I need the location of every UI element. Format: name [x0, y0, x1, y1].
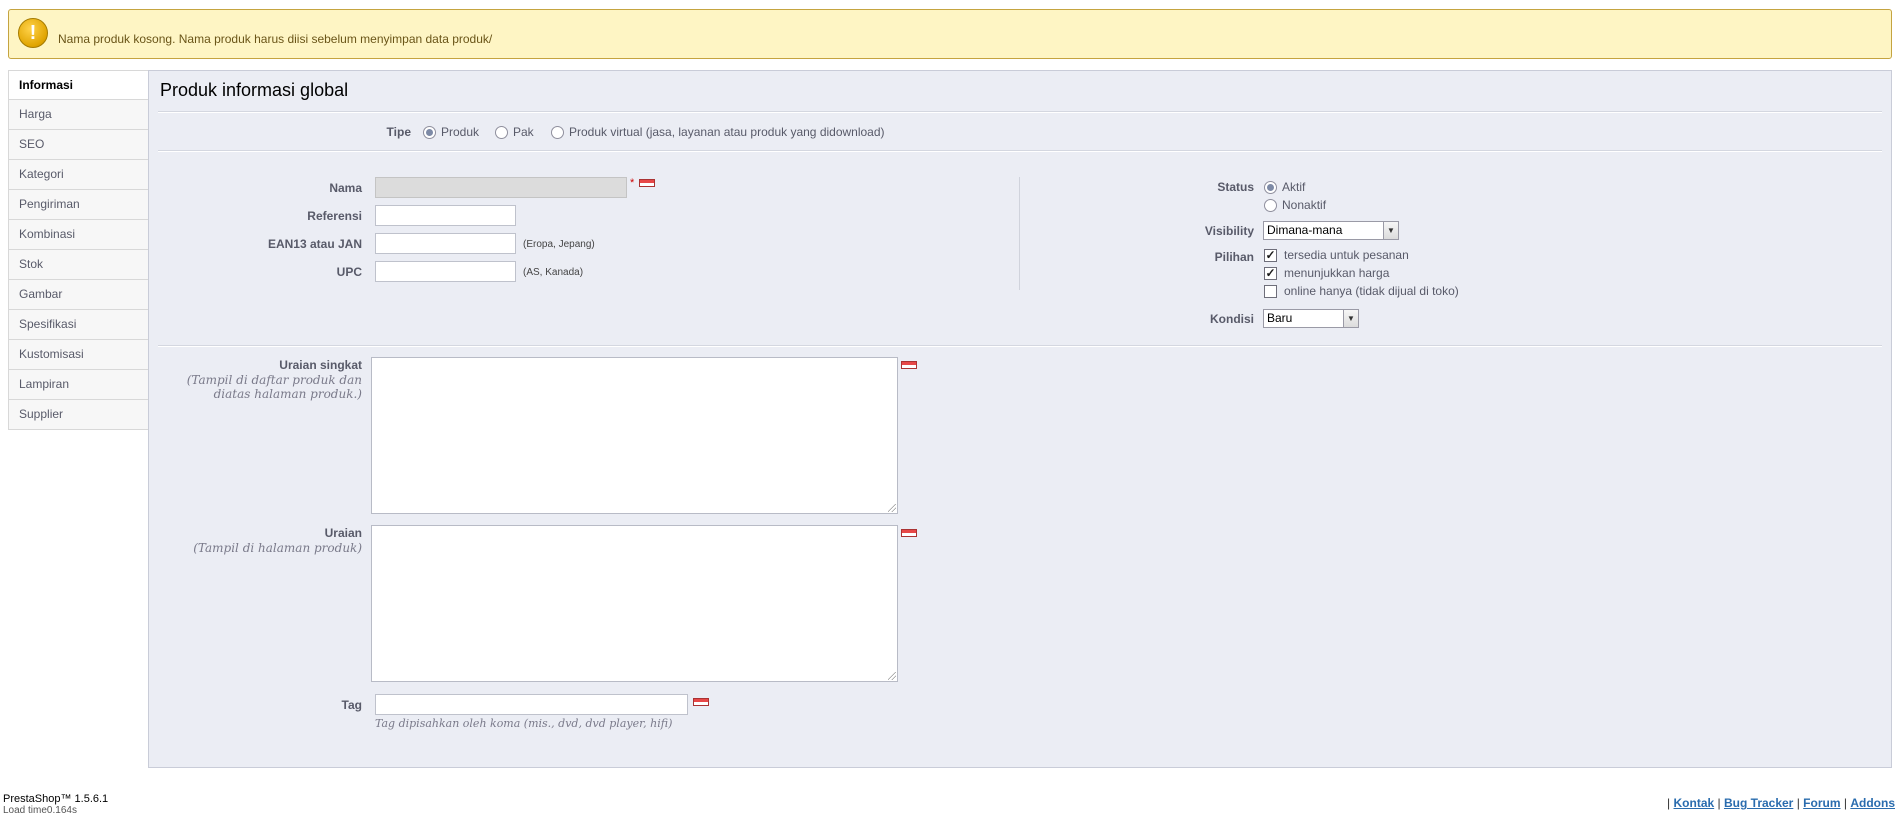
status-option-aktif: Aktif: [1282, 180, 1306, 194]
chevron-down-icon: ▼: [1343, 310, 1358, 327]
resize-handle-icon[interactable]: [888, 672, 896, 680]
short-description-textarea[interactable]: [371, 357, 898, 514]
status-radio-aktif[interactable]: [1264, 181, 1277, 194]
description-label: Uraian: [324, 526, 362, 540]
short-description-label: Uraian singkat: [279, 358, 362, 372]
load-time: Load time0.164s: [3, 805, 77, 816]
tab-stok[interactable]: Stok: [8, 250, 149, 280]
tab-kombinasi[interactable]: Kombinasi: [8, 220, 149, 250]
type-option-pak: Pak: [513, 125, 534, 139]
tab-seo[interactable]: SEO: [8, 130, 149, 160]
tab-harga[interactable]: Harga: [8, 100, 149, 130]
tab-kustomisasi[interactable]: Kustomisasi: [8, 340, 149, 370]
divider: [158, 150, 1882, 152]
addons-link[interactable]: Addons: [1850, 796, 1895, 810]
tags-input[interactable]: [375, 694, 688, 715]
upc-label: UPC: [336, 265, 362, 279]
product-info-panel: Produk informasi global Tipe Produk Pak …: [148, 70, 1892, 768]
status-radio-nonaktif[interactable]: [1264, 199, 1277, 212]
reference-label: Referensi: [307, 209, 362, 223]
option-show-price-label: menunjukkan harga: [1284, 266, 1390, 280]
type-option-produk: Produk: [441, 125, 480, 139]
panel-title: Produk informasi global: [160, 80, 349, 100]
tab-spesifikasi[interactable]: Spesifikasi: [8, 310, 149, 340]
type-option-virtual: Produk virtual (jasa, layanan atau produ…: [569, 125, 885, 139]
forum-link[interactable]: Forum: [1803, 796, 1840, 810]
type-radio-virtual[interactable]: [551, 126, 564, 139]
footer-links: | Kontak | Bug Tracker | Forum | Addons: [1667, 796, 1895, 810]
condition-value: Baru: [1267, 311, 1293, 325]
footer-info: PrestaShop™ 1.5.6.1 Load time0.164s: [3, 793, 108, 816]
upc-input[interactable]: [375, 261, 516, 282]
language-flag-icon[interactable]: [901, 361, 917, 369]
upc-hint: (AS, Kanada): [523, 267, 584, 278]
tab-pengiriman[interactable]: Pengiriman: [8, 190, 149, 220]
link-separator: |: [1667, 796, 1671, 810]
divider: [158, 345, 1882, 347]
tab-gambar[interactable]: Gambar: [8, 280, 149, 310]
condition-label: Kondisi: [1210, 312, 1254, 326]
language-flag-icon[interactable]: [693, 698, 709, 706]
alert-message: Nama produk kosong. Nama produk harus di…: [58, 32, 493, 46]
type-radio-pak[interactable]: [495, 126, 508, 139]
type-radio-produk[interactable]: [423, 126, 436, 139]
language-flag-icon[interactable]: [901, 529, 917, 537]
link-separator: |: [1796, 796, 1800, 810]
tab-kategori[interactable]: Kategori: [8, 160, 149, 190]
tags-label: Tag: [341, 698, 362, 712]
name-label: Nama: [329, 181, 362, 195]
link-separator: |: [1843, 796, 1847, 810]
version-text: PrestaShop™ 1.5.6.1: [3, 793, 109, 805]
option-show-price-checkbox[interactable]: ✓: [1264, 267, 1277, 280]
ean13-label: EAN13 atau JAN: [267, 237, 362, 251]
description-textarea[interactable]: [371, 525, 898, 682]
chevron-down-icon: ▼: [1383, 222, 1398, 239]
option-available-label: tersedia untuk pesanan: [1284, 248, 1409, 262]
short-description-sublabel: (Tampil di daftar produk dan diatas hala…: [186, 373, 362, 401]
required-mark: *: [630, 177, 635, 189]
resize-handle-icon[interactable]: [888, 504, 896, 512]
product-tabs: Informasi Harga SEO Kategori Pengiriman …: [8, 70, 149, 430]
type-label: Tipe: [386, 125, 411, 139]
tab-lampiran[interactable]: Lampiran: [8, 370, 149, 400]
ean13-hint: (Eropa, Jepang): [523, 239, 595, 250]
status-option-nonaktif: Nonaktif: [1282, 198, 1327, 212]
options-label: Pilihan: [1214, 250, 1254, 264]
tags-hint: Tag dipisahkan oleh koma (mis., dvd, dvd…: [375, 717, 673, 730]
bug-tracker-link[interactable]: Bug Tracker: [1724, 796, 1793, 810]
tab-supplier[interactable]: Supplier: [8, 400, 149, 430]
name-input[interactable]: [375, 177, 627, 198]
divider: [158, 111, 1882, 113]
option-online-only-label: online hanya (tidak dijual di toko): [1284, 284, 1459, 298]
option-available-checkbox[interactable]: ✓: [1264, 249, 1277, 262]
contact-link[interactable]: Kontak: [1674, 796, 1715, 810]
ean13-input[interactable]: [375, 233, 516, 254]
visibility-value: Dimana-mana: [1267, 223, 1343, 237]
visibility-label: Visibility: [1204, 224, 1254, 238]
visibility-select[interactable]: Dimana-mana ▼: [1263, 221, 1399, 240]
link-separator: |: [1717, 796, 1721, 810]
tab-informasi[interactable]: Informasi: [8, 70, 149, 100]
description-sublabel: (Tampil di halaman produk): [193, 541, 362, 555]
error-alert: ! Nama produk kosong. Nama produk harus …: [8, 9, 1892, 59]
condition-select[interactable]: Baru ▼: [1263, 309, 1359, 328]
option-online-only-checkbox[interactable]: [1264, 285, 1277, 298]
language-flag-icon[interactable]: [639, 179, 655, 187]
warning-icon: !: [18, 18, 48, 48]
column-divider: [1019, 177, 1020, 290]
reference-input[interactable]: [375, 205, 516, 226]
status-label: Status: [1217, 180, 1254, 194]
